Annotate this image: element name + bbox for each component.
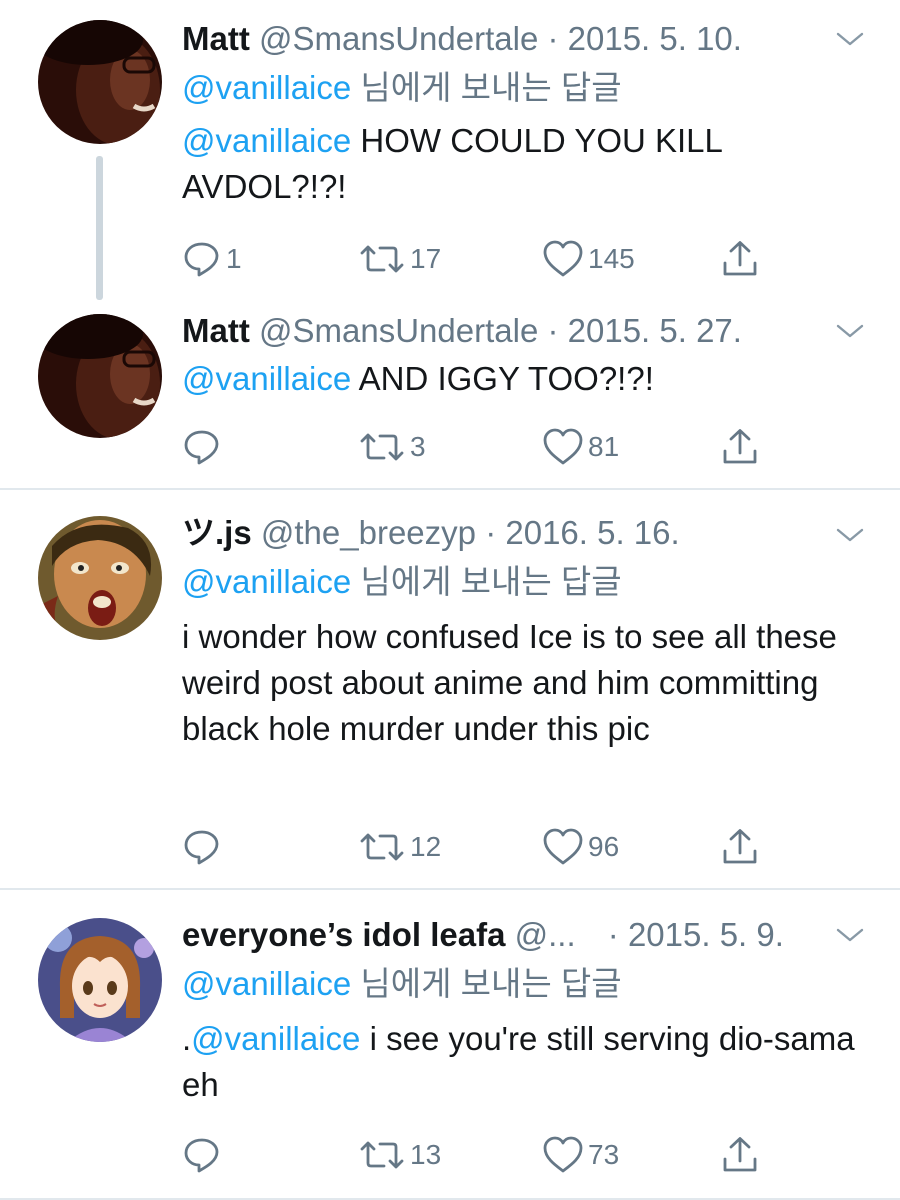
separator-dot: · — [607, 916, 619, 953]
anime-girl-avatar-icon[interactable] — [38, 918, 162, 1042]
share-icon — [720, 827, 760, 867]
painted-face-avatar-icon[interactable] — [38, 516, 162, 640]
like-button[interactable]: 96 — [542, 822, 619, 872]
tweet[interactable]: Matt @SmansUndertale · 2015. 5. 27. @van… — [0, 300, 900, 488]
replying-to: @vanillaice 님에게 보내는 답글 — [182, 560, 622, 604]
tweet-date[interactable]: 2015. 5. 10. — [568, 20, 742, 57]
share-button[interactable] — [720, 822, 760, 872]
like-count: 145 — [588, 243, 635, 274]
tweet[interactable]: ツ.js @the_breezyp · 2016. 5. 16. @vanill… — [0, 490, 900, 888]
share-button[interactable] — [720, 1130, 760, 1180]
display-name[interactable]: Matt — [182, 20, 250, 57]
body-prefix: . — [182, 1020, 192, 1057]
share-button[interactable] — [720, 234, 760, 284]
tweet-actions: 3 81 — [182, 422, 782, 472]
like-button[interactable]: 73 — [542, 1130, 619, 1180]
retweet-icon — [358, 427, 406, 467]
body-mention[interactable]: @vanillaice — [191, 1020, 360, 1057]
replying-to-mention[interactable]: @vanillaice — [182, 69, 351, 106]
display-name[interactable]: Matt — [182, 312, 250, 349]
share-icon — [720, 239, 760, 279]
heart-icon — [542, 827, 584, 867]
heart-icon — [542, 427, 584, 467]
tweet-text: @vanillaice AND IGGY TOO?!?! — [182, 356, 862, 402]
separator-dot: · — [547, 312, 559, 349]
user-handle[interactable]: @SmansUndertale — [259, 20, 538, 57]
tweet[interactable]: everyone’s idol leafa @... · 2015. 5. 9.… — [0, 890, 900, 1198]
replying-to: @vanillaice 님에게 보내는 답글 — [182, 962, 622, 1006]
chevron-down-icon[interactable] — [834, 910, 866, 960]
separator-dot: · — [485, 514, 497, 551]
display-name[interactable]: everyone’s idol leafa — [182, 916, 505, 953]
reply-button[interactable]: 1 — [182, 234, 242, 284]
reply-button[interactable] — [182, 822, 226, 872]
tweet-text: .@vanillaice i see you're still serving … — [182, 1016, 862, 1108]
tweet-date[interactable]: 2015. 5. 9. — [628, 916, 784, 953]
retweet-count: 3 — [410, 431, 426, 462]
user-handle[interactable]: @SmansUndertale — [259, 312, 538, 349]
retweet-count: 13 — [410, 1139, 442, 1170]
retweet-count: 12 — [410, 831, 442, 862]
body-mention[interactable]: @vanillaice — [182, 360, 351, 397]
tweet-text: @vanillaice HOW COULD YOU KILL AVDOL?!?! — [182, 118, 862, 210]
retweet-button[interactable]: 13 — [358, 1130, 441, 1180]
tweet-date[interactable]: 2016. 5. 16. — [505, 514, 679, 551]
user-handle[interactable]: @... — [515, 910, 599, 960]
tweet-header: Matt @SmansUndertale · 2015. 5. 27. — [182, 306, 832, 356]
reply-icon — [182, 827, 222, 867]
chevron-down-icon[interactable] — [834, 306, 866, 356]
chevron-down-icon[interactable] — [834, 14, 866, 64]
reply-icon — [182, 1135, 222, 1175]
tweet-header: ツ.js @the_breezyp · 2016. 5. 16. — [182, 508, 832, 558]
like-count: 96 — [588, 831, 620, 862]
like-count: 81 — [588, 431, 620, 462]
tweet-header: Matt @SmansUndertale · 2015. 5. 10. — [182, 14, 832, 64]
tweet-header: everyone’s idol leafa @... · 2015. 5. 9. — [182, 910, 832, 960]
tweet[interactable]: Matt @SmansUndertale · 2015. 5. 10. @van… — [0, 0, 900, 300]
like-count: 73 — [588, 1139, 620, 1170]
retweet-icon — [358, 239, 406, 279]
tweet-text: i wonder how confused Ice is to see all … — [182, 614, 862, 752]
heart-icon — [542, 239, 584, 279]
like-button[interactable]: 81 — [542, 422, 619, 472]
share-icon — [720, 1135, 760, 1175]
retweet-icon — [358, 827, 406, 867]
body-text: AND IGGY TOO?!?! — [351, 360, 654, 397]
retweet-count: 17 — [410, 243, 442, 274]
retweet-icon — [358, 1135, 406, 1175]
chevron-down-icon[interactable] — [834, 510, 866, 560]
tweet-actions: 12 96 — [182, 822, 782, 872]
thread-connector-line — [96, 156, 103, 300]
reply-count: 1 — [226, 243, 242, 274]
separator-dot: · — [547, 20, 559, 57]
display-name[interactable]: ツ.js — [182, 514, 252, 551]
tweet-actions: 1 17 145 — [182, 234, 782, 284]
reply-button[interactable] — [182, 1130, 226, 1180]
tweet-date[interactable]: 2015. 5. 27. — [568, 312, 742, 349]
replying-to-label: 님에게 보내는 답글 — [351, 69, 622, 106]
retweet-button[interactable]: 3 — [358, 422, 426, 472]
heart-icon — [542, 1135, 584, 1175]
retweet-button[interactable]: 17 — [358, 234, 441, 284]
share-icon — [720, 427, 760, 467]
replying-to-label: 님에게 보내는 답글 — [351, 563, 622, 600]
reply-icon — [182, 427, 222, 467]
replying-to: @vanillaice 님에게 보내는 답글 — [182, 66, 622, 110]
share-button[interactable] — [720, 422, 760, 472]
dark-portrait-avatar-icon[interactable] — [38, 20, 162, 144]
replying-to-mention[interactable]: @vanillaice — [182, 965, 351, 1002]
reply-button[interactable] — [182, 422, 226, 472]
replying-to-mention[interactable]: @vanillaice — [182, 563, 351, 600]
like-button[interactable]: 145 — [542, 234, 635, 284]
replying-to-label: 님에게 보내는 답글 — [351, 965, 622, 1002]
body-mention[interactable]: @vanillaice — [182, 122, 351, 159]
body-text: i wonder how confused Ice is to see all … — [182, 618, 837, 747]
tweet-actions: 13 73 — [182, 1130, 782, 1180]
retweet-button[interactable]: 12 — [358, 822, 441, 872]
reply-icon — [182, 239, 222, 279]
user-handle[interactable]: @the_breezyp — [261, 514, 476, 551]
dark-portrait-avatar-icon[interactable] — [38, 314, 162, 438]
